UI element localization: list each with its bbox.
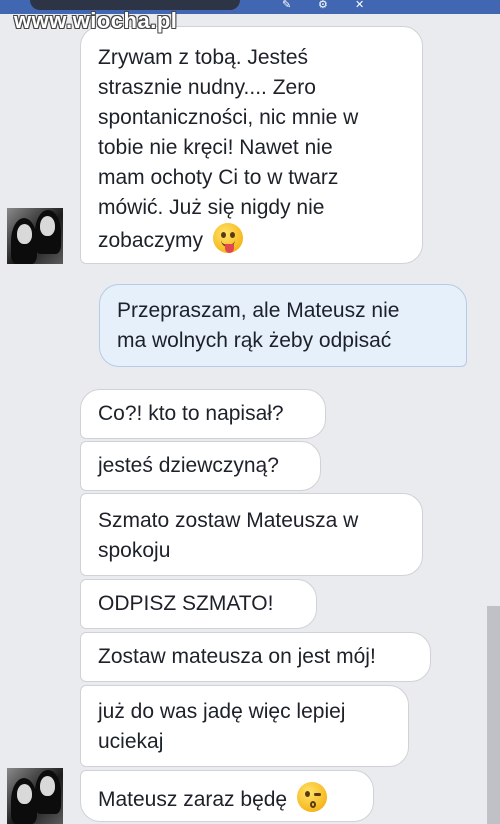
message-line: ODPISZ SZMATO! xyxy=(98,592,274,615)
message-bubble-incoming: Zostaw mateusza on jest mój! xyxy=(80,632,431,682)
message-line: mam ochoty Ci to w twarz xyxy=(98,166,339,189)
message-line: zobaczymy xyxy=(98,229,204,252)
message-line: Przepraszam, ale Mateusz nie xyxy=(117,299,400,322)
contact-avatar[interactable] xyxy=(7,768,63,824)
watermark: www.wiocha.pl xyxy=(14,8,178,33)
message-line-with-emoji: zobaczymy xyxy=(98,223,405,256)
message-line: spontaniczności, nic mnie w xyxy=(98,106,359,129)
scrollbar-thumb[interactable] xyxy=(487,606,500,824)
message-line: Szmato zostaw Mateusza w xyxy=(98,509,359,532)
message-bubble-incoming: Mateusz zaraz będę xyxy=(80,770,374,822)
message-line: jesteś dziewczyną? xyxy=(98,454,279,477)
kiss-face-icon xyxy=(296,782,327,812)
message-line: już do was jadę więc lepiej xyxy=(98,700,346,723)
message-line: ma wolnych rąk żeby odpisać xyxy=(117,329,392,352)
message-line: uciekaj xyxy=(98,730,164,753)
message-line: spokoju xyxy=(98,539,171,562)
message-line: mówić. Już się nigdy nie xyxy=(98,196,325,219)
compose-icon[interactable]: ✎ xyxy=(282,0,296,11)
close-icon[interactable]: ✕ xyxy=(355,0,369,11)
message-line: Zrywam z tobą. Jesteś xyxy=(98,46,309,69)
message-bubble-incoming: Zrywam z tobą. Jesteś strasznie nudny...… xyxy=(80,26,423,264)
contact-avatar[interactable] xyxy=(7,208,63,264)
message-bubble-incoming: Szmato zostaw Mateusza w spokoju xyxy=(80,493,423,576)
gear-icon[interactable]: ⚙ xyxy=(318,0,332,11)
message-line: tobie nie kręci! Nawet nie xyxy=(98,136,333,159)
message-line: Co?! kto to napisał? xyxy=(98,402,284,425)
message-line: Mateusz zaraz będę xyxy=(98,788,288,811)
message-bubble-incoming: Co?! kto to napisał? xyxy=(80,389,326,439)
message-line: Zostaw mateusza on jest mój! xyxy=(98,645,376,668)
message-bubble-incoming: jesteś dziewczyną? xyxy=(80,441,321,491)
message-bubble-outgoing: Przepraszam, ale Mateusz nie ma wolnych … xyxy=(99,284,467,367)
tongue-face-icon xyxy=(212,223,243,253)
message-bubble-incoming: ODPISZ SZMATO! xyxy=(80,579,317,629)
message-bubble-incoming: już do was jadę więc lepiej uciekaj xyxy=(80,685,409,767)
message-line: strasznie nudny.... Zero xyxy=(98,76,316,99)
